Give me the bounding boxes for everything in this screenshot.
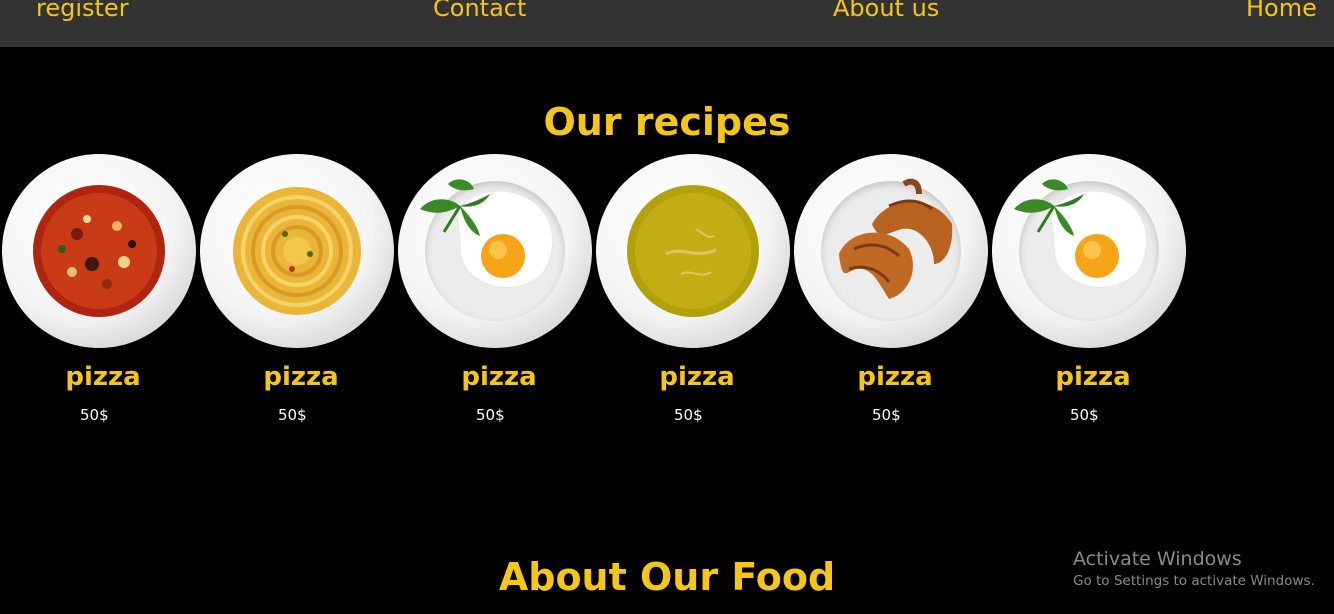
recipe-card[interactable]: pizza 50$: [594, 154, 792, 434]
dish-image-fried-egg: [398, 154, 592, 348]
recipe-name: pizza: [1055, 362, 1131, 392]
dish-image-spaghetti: [200, 154, 394, 348]
recipe-name: pizza: [857, 362, 933, 392]
recipe-price: 50$: [674, 406, 703, 424]
recipe-price: 50$: [476, 406, 505, 424]
dish-image-fried-egg: [992, 154, 1186, 348]
dish-image-tomato-soup: [2, 154, 196, 348]
dish-image-pea-soup: [596, 154, 790, 348]
dish-image-croissants: [794, 154, 988, 348]
activate-windows-title: Activate Windows: [1073, 548, 1242, 570]
activate-windows-subtitle: Go to Settings to activate Windows.: [1073, 573, 1315, 589]
nav-about-link[interactable]: About us: [833, 0, 939, 22]
recipes-section-title: Our recipes: [543, 100, 791, 144]
recipe-price: 50$: [1070, 406, 1099, 424]
recipe-card[interactable]: pizza 50$: [0, 154, 198, 434]
recipe-card[interactable]: pizza 50$: [990, 154, 1188, 434]
recipe-card[interactable]: pizza 50$: [198, 154, 396, 434]
recipe-name: pizza: [461, 362, 537, 392]
recipe-card[interactable]: pizza 50$: [396, 154, 594, 434]
recipe-card[interactable]: pizza 50$: [792, 154, 990, 434]
recipe-name: pizza: [659, 362, 735, 392]
recipe-price: 50$: [278, 406, 307, 424]
recipe-price: 50$: [872, 406, 901, 424]
recipe-price: 50$: [80, 406, 109, 424]
recipe-name: pizza: [263, 362, 339, 392]
top-navbar: register Contact About us Home: [0, 0, 1334, 47]
recipe-name: pizza: [65, 362, 141, 392]
nav-register-link[interactable]: register: [36, 0, 129, 22]
nav-home-link[interactable]: Home: [1246, 0, 1317, 22]
nav-contact-link[interactable]: Contact: [433, 0, 526, 22]
